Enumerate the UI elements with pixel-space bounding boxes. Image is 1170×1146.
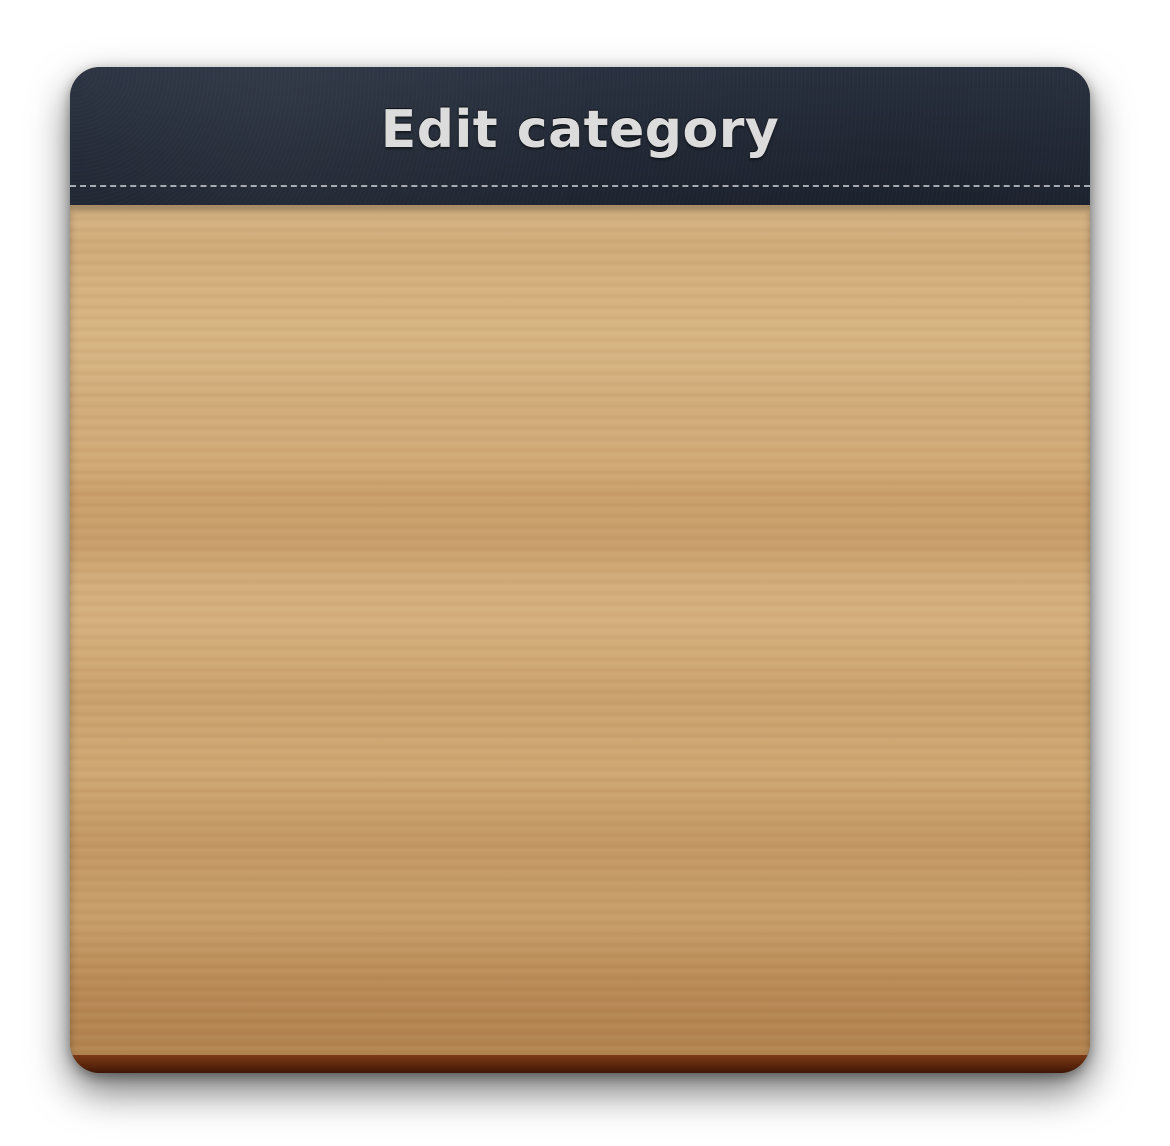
edit-category-dialog: Edit category	[70, 67, 1090, 1073]
header-stitch-divider	[70, 185, 1090, 187]
dialog-bottom-edge	[70, 1055, 1090, 1073]
app-canvas: Edit category	[0, 0, 1170, 1146]
dialog-title: Edit category	[380, 100, 780, 160]
dialog-content-area	[70, 205, 1090, 1055]
dialog-header: Edit category	[70, 67, 1090, 207]
